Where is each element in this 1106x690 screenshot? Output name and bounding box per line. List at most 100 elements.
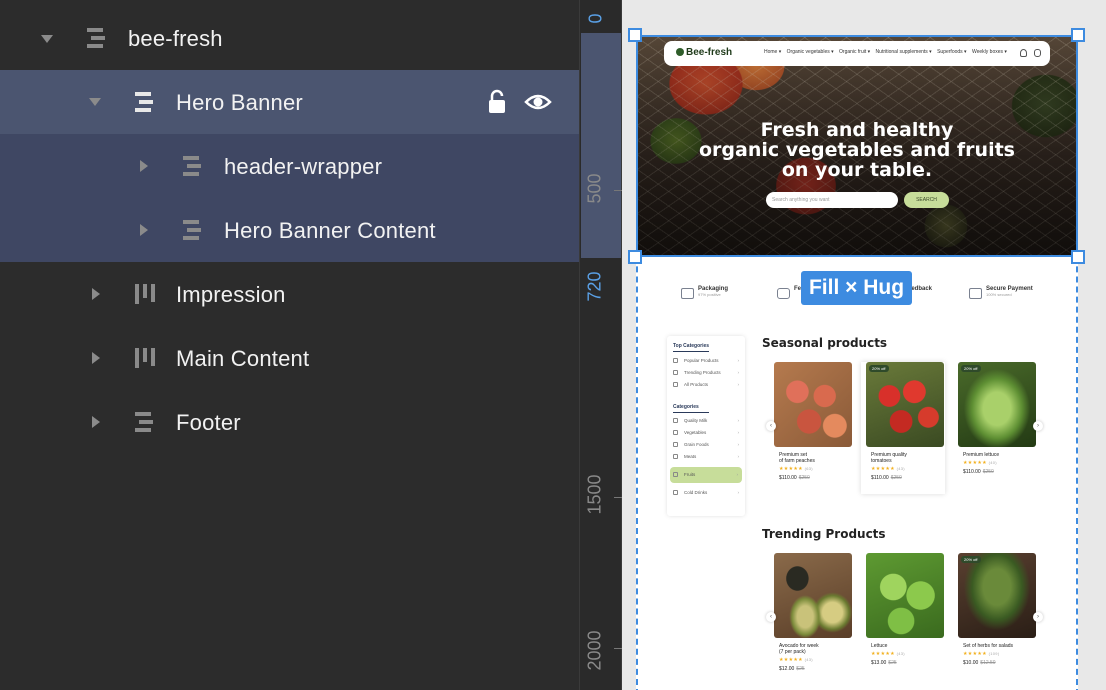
- product-name: Premium quality tomatoes: [871, 452, 907, 464]
- nav-item[interactable]: Superfoods ▾: [937, 49, 966, 55]
- cart-icon[interactable]: [1034, 49, 1041, 57]
- stars: ★★★★★: [871, 651, 895, 657]
- rating-count: (63): [804, 466, 813, 471]
- sidebar-item-label: Trending Products: [684, 370, 721, 375]
- stack-layout-icon: [133, 89, 155, 115]
- product-card[interactable]: Lettuce ★★★★★ (43) $13.00 $25: [861, 553, 945, 683]
- expand-caret-icon[interactable]: [140, 160, 148, 172]
- sidebar-item[interactable]: Popular Products ›: [673, 356, 739, 366]
- layer-row-hero-banner-content[interactable]: Hero Banner Content: [0, 198, 579, 262]
- resize-handle-top-left[interactable]: [628, 28, 642, 42]
- layer-row-bee-fresh[interactable]: bee-fresh: [0, 6, 579, 70]
- carousel-next-button[interactable]: ›: [1033, 612, 1043, 622]
- ruler-tick: [614, 497, 622, 498]
- site-logo[interactable]: Bee-fresh: [686, 47, 732, 58]
- layer-row-footer[interactable]: Footer: [0, 390, 579, 454]
- rating-stars: ★★★★★ (40): [963, 460, 997, 466]
- resize-handle-bottom-right[interactable]: [1071, 250, 1085, 264]
- category-icon: [673, 382, 678, 387]
- chevron-right-icon: ›: [737, 490, 740, 495]
- nav-item[interactable]: Nutritional supplements ▾: [876, 49, 932, 55]
- hero-title-line: organic vegetables and fruits: [699, 139, 1015, 161]
- feature-title: Fe: [794, 286, 802, 292]
- nav-item[interactable]: Organic fruit ▾: [839, 49, 870, 55]
- design-canvas[interactable]: Bee-fresh Home ▾ Organic vegetables ▾ Or…: [622, 0, 1106, 690]
- sidebar-item[interactable]: Vegetables ›: [673, 428, 739, 438]
- search-input[interactable]: Search anything you want: [766, 192, 898, 208]
- feature-item: Secure Payment 100% secured: [986, 286, 1033, 306]
- sidebar-item[interactable]: Grain Foods ›: [673, 440, 739, 450]
- sidebar-item-label: Grain Foods: [684, 442, 709, 447]
- rating-stars: ★★★★★ (43): [871, 651, 905, 657]
- expand-caret-icon[interactable]: [92, 288, 100, 300]
- hero-banner[interactable]: Bee-fresh Home ▾ Organic vegetables ▾ Or…: [636, 36, 1078, 257]
- product-card[interactable]: Premium set of farm peaches ★★★★★ (63) $…: [769, 362, 853, 492]
- resize-handle-top-right[interactable]: [1071, 28, 1085, 42]
- discount-badge: 20% off: [869, 365, 889, 372]
- price-current: $13.00: [871, 660, 887, 666]
- sidebar-item-label: All Products: [684, 382, 709, 387]
- sidebar-item[interactable]: Cold Drinks ›: [673, 488, 739, 498]
- nav-item[interactable]: Organic vegetables ▾: [787, 49, 834, 55]
- expand-caret-icon[interactable]: [140, 224, 148, 236]
- hero-title-line: Fresh and healthy: [760, 119, 954, 141]
- unlock-icon[interactable]: [487, 89, 511, 120]
- layer-row-hero-banner[interactable]: Hero Banner: [0, 70, 579, 134]
- price: $110.00 $250: [871, 475, 902, 481]
- section-title: Seasonal products: [762, 336, 888, 350]
- stack-layout-icon: [133, 409, 155, 435]
- expand-caret-icon[interactable]: [92, 416, 100, 428]
- expand-caret-icon[interactable]: [92, 352, 100, 364]
- resize-handle-bottom-left[interactable]: [628, 250, 642, 264]
- sidebar-item[interactable]: All Products ›: [673, 380, 739, 390]
- page-frame[interactable]: Bee-fresh Home ▾ Organic vegetables ▾ Or…: [636, 36, 1078, 690]
- vertical-ruler[interactable]: 0 500 720 1500 2000: [579, 0, 622, 690]
- nav-item[interactable]: Weekly boxes ▾: [972, 49, 1007, 55]
- product-card[interactable]: 20% off Premium lettuce ★★★★★ (40) $110.…: [953, 362, 1037, 492]
- collapse-caret-icon[interactable]: [41, 35, 53, 43]
- layer-row-header-wrapper[interactable]: header-wrapper: [0, 134, 579, 198]
- stars: ★★★★★: [871, 466, 895, 472]
- layer-row-impression[interactable]: Impression: [0, 262, 579, 326]
- horizontal-stack-icon: [133, 345, 157, 371]
- category-icon: [673, 418, 678, 423]
- product-card-hovered[interactable]: 20% off Premium quality tomatoes ★★★★★ (…: [861, 362, 945, 494]
- stack-layout-icon: [181, 153, 203, 179]
- chevron-right-icon: ›: [737, 370, 740, 375]
- carousel-next-button[interactable]: ›: [1033, 421, 1043, 431]
- sidebar-item-active[interactable]: Fruits ›: [670, 467, 742, 483]
- price-old: $25: [796, 666, 805, 672]
- search-button[interactable]: SEARCH: [904, 192, 949, 208]
- feature-sub: 100% secured: [986, 292, 1012, 297]
- product-card[interactable]: 20% off Set of herbs for salads ★★★★★ (1…: [953, 553, 1037, 683]
- ruler-label-2000: 2000: [584, 630, 605, 671]
- carousel-prev-button[interactable]: ‹: [766, 421, 776, 431]
- sidebar-item[interactable]: Quality Milk ›: [673, 416, 739, 426]
- layer-name: header-wrapper: [224, 154, 383, 179]
- carousel-prev-button[interactable]: ‹: [766, 612, 776, 622]
- price-old: $250: [798, 475, 810, 481]
- product-image: [774, 553, 852, 638]
- ruler-label-1500: 1500: [584, 474, 605, 515]
- hero-title: Fresh and healthy organic vegetables and…: [636, 120, 1078, 180]
- sidebar-item-label: Quality Milk: [684, 418, 708, 423]
- collapse-caret-icon[interactable]: [89, 98, 101, 106]
- layer-row-main-content[interactable]: Main Content: [0, 326, 579, 390]
- layer-name: Hero Banner: [176, 90, 303, 115]
- product-image: [958, 362, 1036, 447]
- nav-item[interactable]: Home ▾: [764, 49, 781, 55]
- stars: ★★★★★: [779, 657, 803, 663]
- chevron-right-icon: ›: [737, 442, 740, 447]
- header-wrapper[interactable]: Bee-fresh Home ▾ Organic vegetables ▾ Or…: [664, 41, 1050, 66]
- product-card[interactable]: Avocado for week (7 per pack) ★★★★★ (43)…: [769, 553, 853, 683]
- sidebar-item[interactable]: Trending Products ›: [673, 368, 739, 378]
- eye-visibility-icon[interactable]: [524, 92, 552, 117]
- layer-name: Footer: [176, 410, 241, 435]
- size-mode-badge[interactable]: Fill × Hug: [801, 271, 912, 305]
- sidebar-item-label: Popular Products: [684, 358, 719, 363]
- price-old: $25: [888, 660, 897, 666]
- user-icon[interactable]: [1020, 49, 1027, 57]
- sidebar-item[interactable]: Meats ›: [673, 452, 739, 462]
- sidebar-item-label: Meats: [684, 454, 697, 459]
- chevron-right-icon: ›: [737, 418, 740, 423]
